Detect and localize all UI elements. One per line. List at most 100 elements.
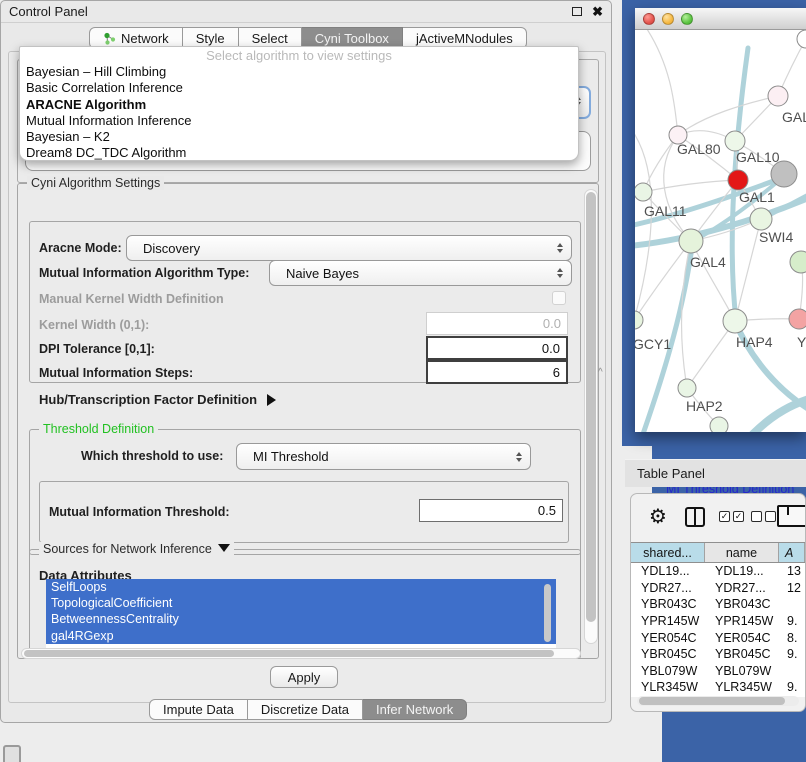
minimize-traffic-light[interactable] (662, 13, 674, 25)
table-cell: 9. (779, 680, 805, 694)
zoom-traffic-light[interactable] (681, 13, 693, 25)
attribute-list-item[interactable]: TopologicalCoefficient (46, 595, 556, 611)
which-threshold-combo[interactable]: MI Threshold (236, 443, 531, 470)
tab-infer-network[interactable]: Infer Network (363, 699, 467, 720)
table-row[interactable]: YLR345WYLR345W9. (631, 679, 805, 696)
settings-horizontal-scrollbar[interactable] (21, 648, 581, 659)
network-node[interactable] (771, 161, 797, 187)
tab-style-label: Style (196, 31, 225, 46)
table-panel-card: ⚙ ✓ ✓ shared... name A YDL19...YDL19...1… (630, 493, 806, 712)
network-canvas[interactable]: GALGAL80GAL10GAL1GAL11SWI4GAL4GCY1HAP4YH… (635, 30, 806, 432)
which-threshold-value: MI Threshold (245, 449, 510, 464)
sources-title-text: Sources for Network Inference (43, 542, 212, 556)
attribute-items: SelfLoopsTopologicalCoefficientBetweenne… (46, 579, 556, 644)
tab-discretize-data[interactable]: Discretize Data (248, 699, 363, 720)
mi-type-label: Mutual Information Algorithm Type: (39, 266, 249, 280)
network-node[interactable] (750, 208, 772, 230)
node-label: GCY1 (635, 336, 671, 352)
algorithm-option[interactable]: ARACNE Algorithm (20, 97, 578, 113)
column-header-partial[interactable]: A (779, 543, 805, 562)
checkbox-checked-icon[interactable]: ✓ (719, 511, 730, 522)
mi-threshold-label: Mutual Information Threshold: (49, 505, 230, 519)
network-node[interactable] (635, 183, 652, 201)
network-node[interactable] (679, 229, 703, 253)
network-node[interactable] (728, 170, 748, 190)
node-label: GAL10 (736, 149, 780, 165)
network-node[interactable] (797, 30, 806, 48)
network-node[interactable] (635, 311, 643, 329)
algorithm-option[interactable]: Basic Correlation Inference (20, 80, 578, 96)
apply-button[interactable]: Apply (270, 666, 338, 688)
close-icon[interactable]: ✖ (592, 7, 603, 17)
mi-threshold-field[interactable]: 0.5 (419, 499, 563, 522)
aracne-mode-value: Discovery (135, 241, 551, 256)
screenshot-stage: Control Panel ✖ Network Style Se (0, 0, 806, 762)
dropdown-placeholder: Select algorithm to view settings (20, 48, 578, 64)
column-header-name[interactable]: name (705, 543, 779, 562)
table-row[interactable]: YBR045CYBR045C9. (631, 646, 805, 663)
kernel-width-field[interactable]: 0.0 (426, 312, 568, 335)
expand-right-icon (267, 394, 276, 406)
table-horizontal-scrollbar[interactable] (637, 696, 799, 706)
network-node[interactable] (789, 309, 806, 329)
scrollbar-thumb[interactable] (586, 192, 596, 622)
hub-definition-label: Hub/Transcription Factor Definition (39, 392, 257, 407)
hub-definition-toggle[interactable]: Hub/Transcription Factor Definition (39, 392, 276, 407)
network-node[interactable] (725, 131, 745, 151)
network-node[interactable] (678, 379, 696, 397)
scrollbar-thumb[interactable] (639, 697, 785, 705)
attribute-list-item[interactable]: BetweennessCentrality (46, 611, 556, 627)
column-header-shared-name[interactable]: shared... (631, 543, 705, 562)
table-row[interactable]: YDR27...YDR27...12 (631, 580, 805, 597)
table-row[interactable]: YDL19...YDL19...13 (631, 563, 805, 580)
network-edge (691, 241, 735, 321)
control-panel-title: Control Panel (9, 4, 88, 19)
settings-vertical-scrollbar[interactable] (584, 189, 598, 644)
columns-icon[interactable] (685, 507, 705, 527)
manual-kernel-checkbox[interactable] (552, 291, 566, 305)
algorithm-option[interactable]: Bayesian – K2 (20, 129, 578, 145)
table-row[interactable]: YPR145WYPR145W9. (631, 613, 805, 630)
checkbox-unchecked-icon[interactable] (765, 511, 776, 522)
panel-splitter-handle[interactable]: ^ (598, 367, 603, 378)
aracne-mode-combo[interactable]: Discovery (126, 235, 572, 261)
gear-icon[interactable]: ⚙ (649, 504, 667, 528)
network-window-titlebar[interactable] (635, 8, 806, 30)
close-traffic-light[interactable] (643, 13, 655, 25)
table-row[interactable]: YBL079WYBL079W (631, 663, 805, 680)
data-attributes-list[interactable]: SelfLoopsTopologicalCoefficientBetweenne… (46, 579, 556, 656)
network-node[interactable] (790, 251, 806, 273)
checkbox-checked-icon[interactable]: ✓ (733, 511, 744, 522)
combo-spinner-icon (557, 243, 563, 253)
table-cell: YER054C (631, 631, 705, 645)
attribute-list-item[interactable]: gal4RGexp (46, 628, 556, 644)
network-node[interactable] (723, 309, 747, 333)
control-panel-titlebar: Control Panel ✖ (1, 1, 611, 23)
table-row[interactable]: YBR043CYBR043C (631, 596, 805, 613)
network-graph[interactable]: GALGAL80GAL10GAL1GAL11SWI4GAL4GCY1HAP4YH… (635, 30, 806, 432)
mi-type-combo[interactable]: Naive Bayes (269, 260, 572, 286)
settings-group-title: Cyni Algorithm Settings (27, 176, 164, 190)
sources-group-title[interactable]: Sources for Network Inference (39, 542, 234, 556)
mi-type-value: Naive Bayes (278, 266, 551, 281)
combo-spinner-icon (516, 452, 522, 462)
scrollbar-thumb[interactable] (24, 650, 554, 657)
control-panel-window: Control Panel ✖ Network Style Se (0, 0, 612, 723)
minimized-panel-icon[interactable] (3, 745, 21, 762)
network-node[interactable] (710, 417, 728, 432)
algorithm-option[interactable]: Dream8 DC_TDC Algorithm (20, 145, 578, 161)
attribute-list-item[interactable]: SelfLoops (46, 579, 556, 595)
aracne-mode-label: Aracne Mode: (39, 241, 122, 255)
table-cell: YBR045C (631, 647, 705, 661)
checkbox-unchecked-icon[interactable] (751, 511, 762, 522)
tab-impute-data[interactable]: Impute Data (149, 699, 248, 720)
network-node[interactable] (768, 86, 788, 106)
table-function-icon[interactable] (777, 505, 806, 527)
table-row[interactable]: YER054CYER054C8. (631, 629, 805, 646)
algorithm-option[interactable]: Mutual Information Inference (20, 113, 578, 129)
float-icon[interactable] (572, 7, 582, 16)
dpi-tolerance-field[interactable]: 0.0 (426, 336, 568, 360)
algorithm-option[interactable]: Bayesian – Hill Climbing (20, 64, 578, 80)
list-scrollbar[interactable] (544, 584, 551, 642)
mi-steps-field[interactable]: 6 (426, 360, 568, 384)
